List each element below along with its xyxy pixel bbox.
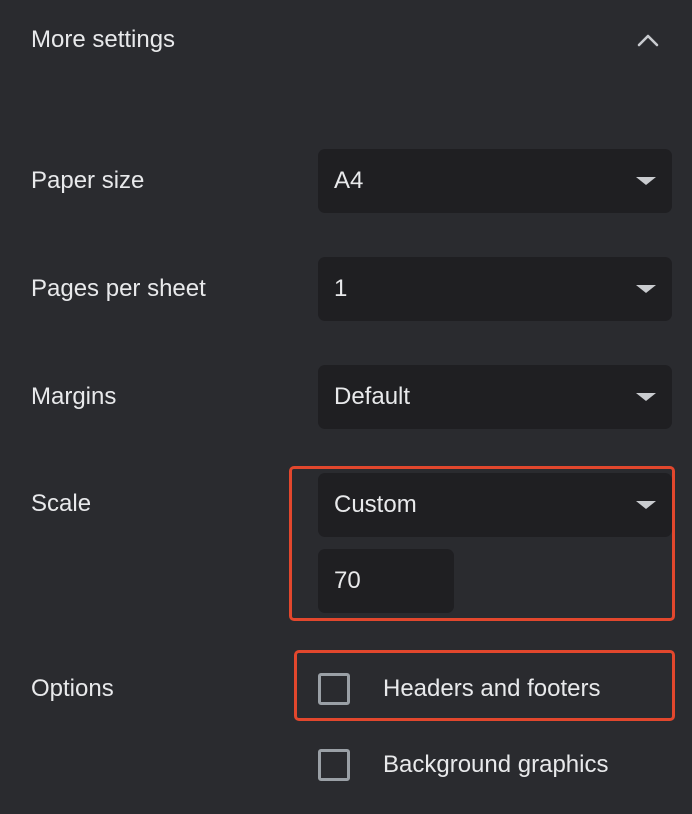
section-title: More settings [31,26,176,53]
margins-select[interactable]: Default [318,365,672,429]
scale-label: Scale [31,490,92,517]
caret-down-icon [636,285,656,293]
options-label: Options [31,675,114,702]
headers-and-footers-option[interactable]: Headers and footers [318,672,638,706]
more-settings-header[interactable]: More settings [0,0,692,80]
headers-and-footers-label: Headers and footers [383,675,601,702]
margins-label: Margins [31,383,117,410]
print-settings-panel: More settings Paper size A4 Pages per sh… [0,0,692,814]
paper-size-label: Paper size [31,167,145,194]
scale-mode-value: Custom [334,491,417,518]
pages-per-sheet-select[interactable]: 1 [318,257,672,321]
pages-per-sheet-label: Pages per sheet [31,275,206,302]
pages-per-sheet-value: 1 [334,275,348,302]
chevron-up-icon [637,34,659,47]
headers-and-footers-checkbox[interactable] [318,673,350,705]
caret-down-icon [636,177,656,185]
paper-size-value: A4 [334,167,364,194]
scale-select[interactable]: Custom [318,473,672,537]
background-graphics-checkbox[interactable] [318,749,350,781]
caret-down-icon [636,501,656,509]
paper-size-select[interactable]: A4 [318,149,672,213]
scale-custom-input[interactable] [318,549,454,613]
collapse-button[interactable] [628,22,668,58]
background-graphics-label: Background graphics [383,751,609,778]
background-graphics-option[interactable]: Background graphics [318,748,648,782]
margins-value: Default [334,383,411,410]
caret-down-icon [636,393,656,401]
